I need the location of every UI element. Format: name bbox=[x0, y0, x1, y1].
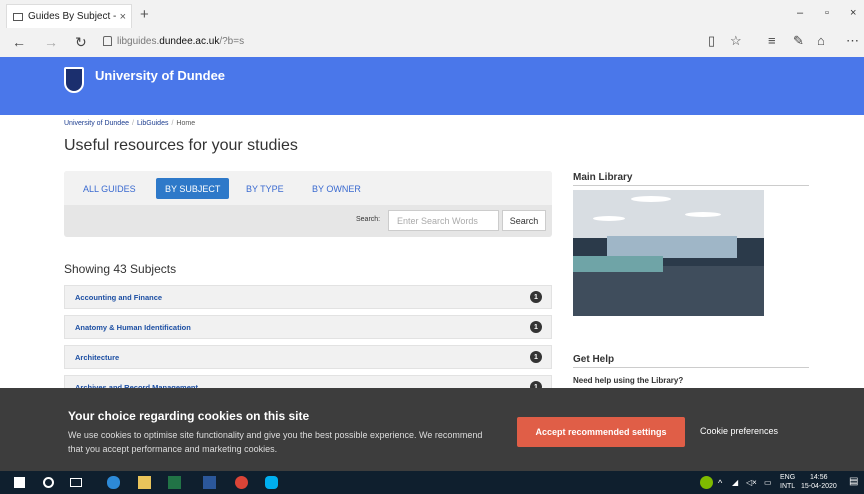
need-help-text: Need help using the Library? bbox=[573, 376, 684, 385]
url-suffix: /?b=s bbox=[219, 36, 245, 47]
university-name[interactable]: University of Dundee bbox=[95, 68, 225, 83]
photo-light bbox=[593, 216, 625, 221]
clock-time[interactable]: 14:56 bbox=[810, 474, 828, 481]
edge-icon[interactable] bbox=[107, 476, 120, 489]
guide-count-badge: 1 bbox=[530, 351, 542, 363]
tab-by-type[interactable]: BY TYPE bbox=[237, 178, 293, 199]
lock-icon bbox=[103, 36, 112, 46]
browser-tab[interactable]: Guides By Subject - Lib( × bbox=[6, 4, 132, 28]
photo-light bbox=[685, 212, 721, 217]
reading-view-icon[interactable]: ▯ bbox=[708, 33, 715, 49]
cookie-text: We use cookies to optimise site function… bbox=[68, 430, 483, 454]
favorite-star-icon[interactable]: ☆ bbox=[730, 33, 742, 49]
search-button[interactable]: Search bbox=[502, 210, 546, 231]
skype-icon[interactable] bbox=[265, 476, 278, 489]
minimize-button[interactable]: – bbox=[797, 7, 803, 19]
tab-by-subject[interactable]: BY SUBJECT bbox=[156, 178, 230, 199]
chrome-icon[interactable] bbox=[235, 476, 248, 489]
divider bbox=[573, 185, 809, 186]
url-domain: dundee.ac.uk bbox=[159, 36, 220, 47]
clock-date[interactable]: 15-04-2020 bbox=[801, 483, 837, 490]
subjects-count-heading: Showing 43 Subjects bbox=[64, 262, 177, 276]
breadcrumb: University of Dundee / LibGuides / Home bbox=[64, 120, 195, 127]
breadcrumb-university[interactable]: University of Dundee bbox=[64, 120, 129, 127]
forward-arrow-icon[interactable]: → bbox=[44, 34, 58, 50]
divider bbox=[573, 367, 809, 368]
word-icon[interactable] bbox=[203, 476, 216, 489]
cookie-preferences-button[interactable]: Cookie preferences bbox=[700, 426, 778, 436]
more-icon[interactable]: ⋯ bbox=[846, 33, 859, 49]
photo-floor bbox=[573, 266, 764, 316]
breadcrumb-separator: / bbox=[171, 120, 174, 127]
tab-title: Guides By Subject - Lib( bbox=[28, 11, 116, 22]
notes-icon[interactable]: ✎ bbox=[793, 33, 804, 49]
excel-icon[interactable] bbox=[168, 476, 181, 489]
university-crest-logo[interactable] bbox=[64, 67, 84, 93]
language-secondary[interactable]: INTL bbox=[780, 483, 795, 490]
file-explorer-icon[interactable] bbox=[138, 476, 151, 489]
tab-close-icon[interactable]: × bbox=[120, 11, 126, 23]
search-icon[interactable] bbox=[43, 477, 54, 488]
subject-item[interactable]: Architecture 1 bbox=[64, 345, 552, 369]
subject-name[interactable]: Anatomy & Human Identification bbox=[75, 323, 191, 332]
tab-all-guides[interactable]: ALL GUIDES bbox=[74, 178, 145, 199]
volume-icon[interactable]: ◁× bbox=[746, 478, 757, 487]
task-view-icon[interactable] bbox=[70, 478, 82, 487]
get-help-heading: Get Help bbox=[573, 354, 615, 365]
close-window-button[interactable]: × bbox=[850, 7, 856, 19]
guide-count-badge: 1 bbox=[530, 291, 542, 303]
search-input[interactable]: Enter Search Words bbox=[388, 210, 499, 231]
main-library-heading: Main Library bbox=[573, 172, 633, 183]
help-icon[interactable] bbox=[700, 476, 713, 489]
subject-item[interactable]: Accounting and Finance 1 bbox=[64, 285, 552, 309]
new-tab-button[interactable]: + bbox=[140, 6, 149, 23]
photo-railing bbox=[573, 256, 663, 272]
network-icon[interactable]: ◢ bbox=[732, 478, 738, 487]
university-header bbox=[0, 57, 864, 115]
back-arrow-icon[interactable]: ← bbox=[12, 34, 26, 50]
guide-count-badge: 1 bbox=[530, 321, 542, 333]
notifications-icon[interactable]: ▤ bbox=[849, 476, 858, 487]
tab-by-owner[interactable]: BY OWNER bbox=[303, 178, 370, 199]
subject-name[interactable]: Architecture bbox=[75, 353, 119, 362]
cookie-title: Your choice regarding cookies on this si… bbox=[68, 409, 310, 423]
share-icon[interactable]: ⌂ bbox=[817, 33, 825, 48]
accept-cookies-button[interactable]: Accept recommended settings bbox=[517, 417, 685, 447]
breadcrumb-current: Home bbox=[176, 120, 196, 127]
hub-icon[interactable]: ≡ bbox=[768, 33, 776, 48]
page-title: Useful resources for your studies bbox=[64, 137, 298, 154]
photo-windows bbox=[607, 236, 737, 258]
battery-icon[interactable]: ▭ bbox=[764, 478, 772, 487]
library-photo bbox=[573, 190, 764, 316]
windows-start-icon[interactable] bbox=[14, 477, 25, 488]
page-icon bbox=[13, 12, 23, 21]
show-hidden-icons[interactable]: ^ bbox=[718, 478, 722, 488]
subject-name[interactable]: Accounting and Finance bbox=[75, 293, 162, 302]
url-prefix: libguides. bbox=[117, 36, 160, 47]
breadcrumb-separator: / bbox=[131, 120, 134, 127]
subject-item[interactable]: Anatomy & Human Identification 1 bbox=[64, 315, 552, 339]
refresh-icon[interactable]: ↻ bbox=[75, 34, 87, 51]
search-label: Search: bbox=[356, 216, 381, 223]
restore-button[interactable]: ▫ bbox=[825, 7, 829, 19]
photo-light bbox=[631, 196, 671, 202]
language-primary[interactable]: ENG bbox=[780, 474, 795, 481]
address-bar[interactable]: libguides.dundee.ac.uk/?b=s bbox=[117, 36, 244, 47]
breadcrumb-libguides[interactable]: LibGuides bbox=[137, 120, 169, 127]
